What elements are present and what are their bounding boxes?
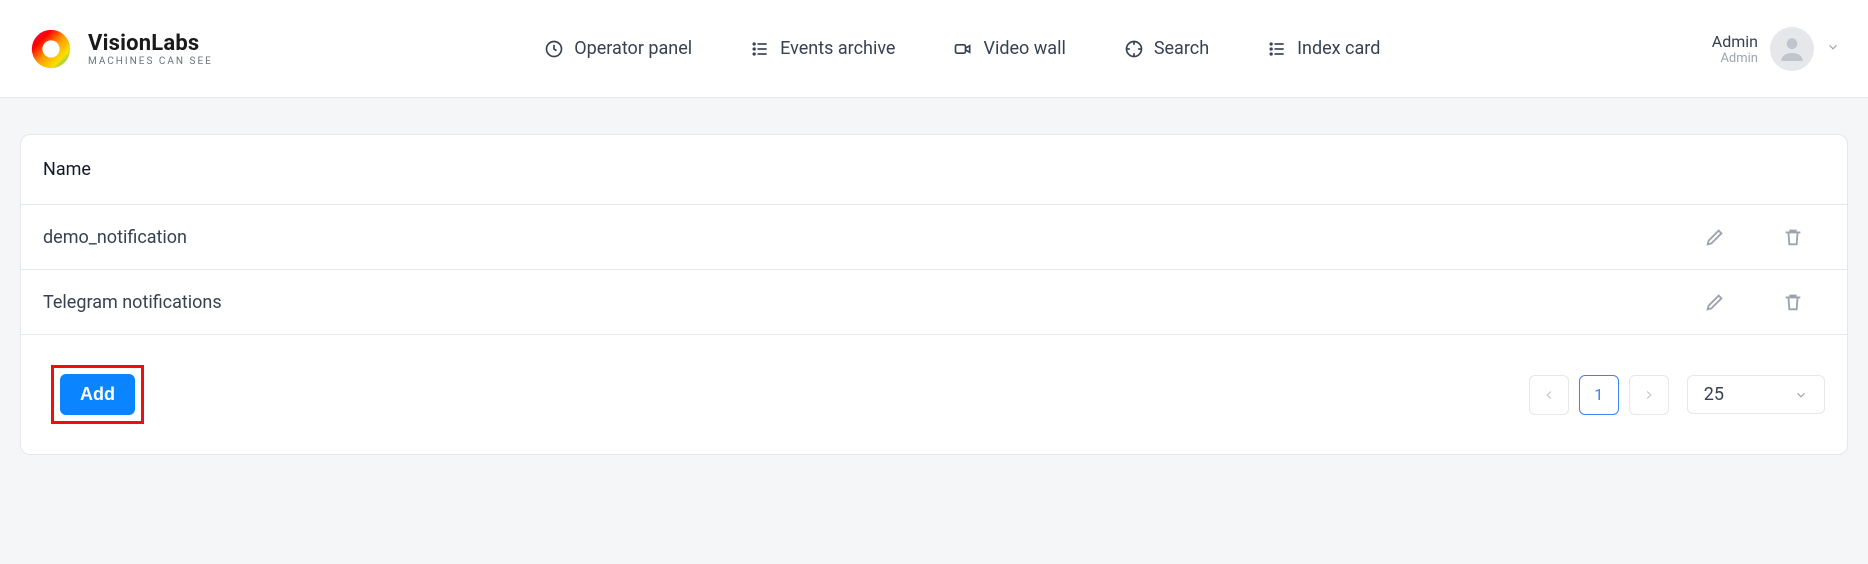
chevron-left-icon [1542, 388, 1556, 402]
page-number-button[interactable]: 1 [1579, 375, 1619, 415]
edit-button[interactable] [1703, 290, 1727, 314]
brand: VisionLabs MACHINES CAN SEE [28, 26, 213, 72]
table-row: demo_notification [21, 205, 1847, 270]
user-role: Admin [1720, 51, 1758, 66]
nav-search[interactable]: Search [1124, 38, 1209, 59]
nav-label: Operator panel [574, 38, 692, 59]
next-page-button[interactable] [1629, 375, 1669, 415]
table-header: Name [21, 135, 1847, 205]
row-actions [1703, 225, 1825, 249]
main-nav: Operator panel Events archive Video wall… [544, 38, 1380, 59]
nav-label: Search [1154, 38, 1209, 59]
add-button[interactable]: Add [60, 374, 135, 415]
user-icon [1776, 33, 1808, 65]
row-name: Telegram notifications [43, 292, 1703, 313]
nav-label: Index card [1297, 38, 1380, 59]
page-size-select[interactable]: 25 [1687, 375, 1825, 414]
nav-events-archive[interactable]: Events archive [750, 38, 895, 59]
row-actions [1703, 290, 1825, 314]
delete-button[interactable] [1781, 290, 1805, 314]
page-number: 1 [1594, 385, 1603, 404]
nav-index-card[interactable]: Index card [1267, 38, 1380, 59]
user-menu[interactable]: Admin Admin [1712, 27, 1840, 71]
trash-icon [1782, 291, 1804, 313]
camera-icon [953, 39, 973, 59]
list-icon [1267, 39, 1287, 59]
brand-text: VisionLabs MACHINES CAN SEE [88, 31, 213, 67]
prev-page-button[interactable] [1529, 375, 1569, 415]
delete-button[interactable] [1781, 225, 1805, 249]
user-text: Admin Admin [1712, 32, 1758, 66]
page-size-value: 25 [1704, 384, 1724, 405]
clock-icon [544, 39, 564, 59]
user-name: Admin [1712, 32, 1758, 51]
pagination: 1 25 [1529, 375, 1825, 415]
chevron-right-icon [1642, 388, 1656, 402]
brand-logo-icon [28, 26, 74, 72]
table-footer: Add 1 25 [21, 335, 1847, 454]
add-highlight: Add [51, 365, 144, 424]
chevron-down-icon [1794, 388, 1808, 402]
table-panel: Name demo_notification Telegram notifica… [20, 134, 1848, 455]
nav-operator-panel[interactable]: Operator panel [544, 38, 692, 59]
trash-icon [1782, 226, 1804, 248]
nav-label: Events archive [780, 38, 895, 59]
brand-title: VisionLabs [88, 31, 213, 56]
header: VisionLabs MACHINES CAN SEE Operator pan… [0, 0, 1868, 98]
edit-button[interactable] [1703, 225, 1727, 249]
content: Name demo_notification Telegram notifica… [0, 98, 1868, 475]
nav-video-wall[interactable]: Video wall [953, 38, 1065, 59]
pencil-icon [1704, 291, 1726, 313]
nav-label: Video wall [983, 38, 1065, 59]
brand-tagline: MACHINES CAN SEE [88, 56, 213, 67]
column-name-header: Name [43, 159, 91, 180]
table-row: Telegram notifications [21, 270, 1847, 335]
target-icon [1124, 39, 1144, 59]
pencil-icon [1704, 226, 1726, 248]
avatar [1770, 27, 1814, 71]
list-icon [750, 39, 770, 59]
chevron-down-icon [1826, 40, 1840, 58]
row-name: demo_notification [43, 227, 1703, 248]
